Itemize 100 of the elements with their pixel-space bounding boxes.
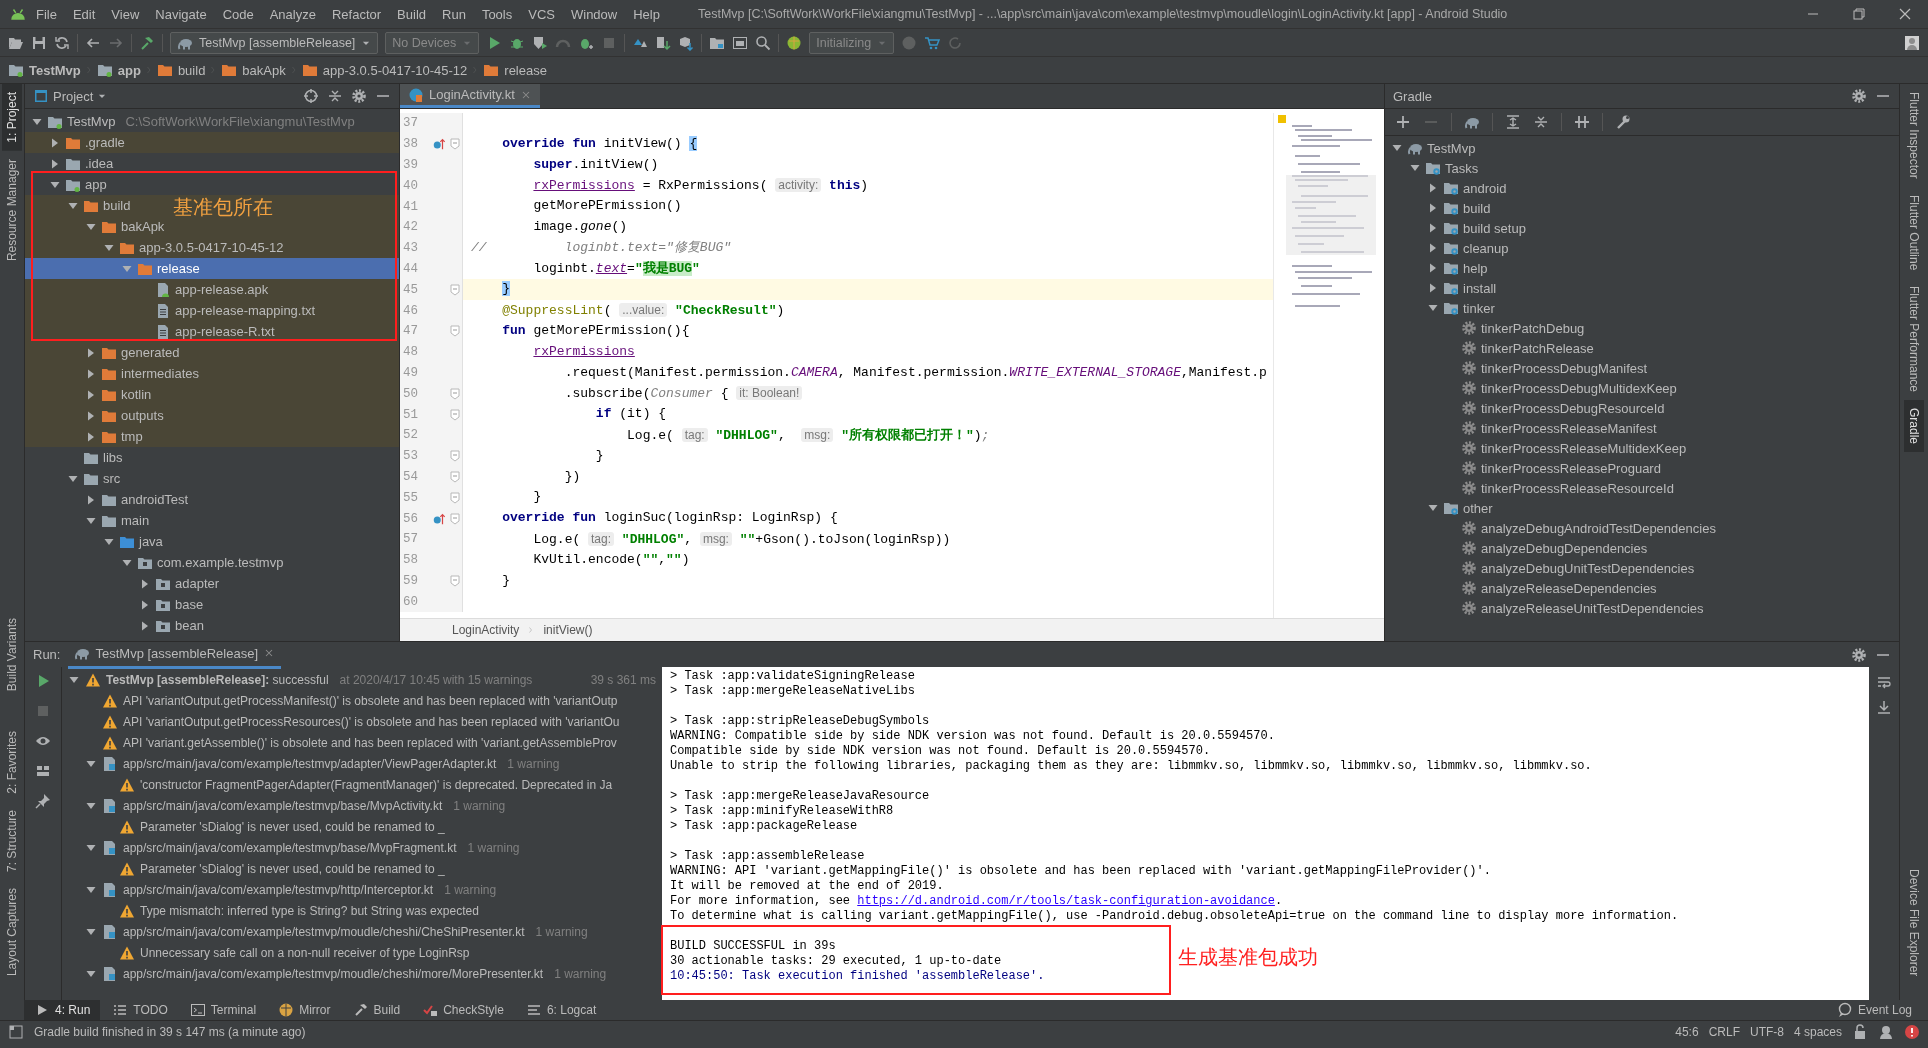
gear-icon[interactable] <box>1851 646 1867 663</box>
cube-download-icon[interactable] <box>678 34 695 51</box>
tree-item[interactable]: Tasks <box>1409 158 1479 178</box>
restore-icon[interactable] <box>1851 6 1867 22</box>
menu-item[interactable]: Tools <box>473 3 521 25</box>
tool-window-tab[interactable]: 7: Structure <box>2 801 22 880</box>
tool-window-tab[interactable]: 2: Favorites <box>2 723 22 802</box>
tool-window-tab[interactable]: TODO <box>102 1000 178 1020</box>
gear-icon[interactable] <box>1851 88 1867 104</box>
tree-item[interactable]: tmp <box>85 426 143 447</box>
fold-marker-icon[interactable] <box>450 138 461 151</box>
tree-item[interactable]: kotlin <box>85 384 152 405</box>
tool-window-tab[interactable]: 1: Project <box>2 84 22 151</box>
tool-window-tab[interactable]: Terminal <box>179 1000 267 1020</box>
caret-position[interactable]: 45:6 <box>1675 1025 1699 1039</box>
scroll-to-end-icon[interactable] <box>1876 699 1892 716</box>
search-icon[interactable] <box>755 34 772 51</box>
wrench-icon[interactable] <box>1615 114 1631 130</box>
menu-item[interactable]: Edit <box>64 3 104 25</box>
file-encoding[interactable]: UTF-8 <box>1749 1025 1784 1039</box>
tree-item[interactable]: tinkerPatchDebug <box>1445 318 1585 338</box>
tree-item[interactable]: android <box>1427 178 1507 198</box>
pin-icon[interactable] <box>35 793 51 810</box>
sync-icon[interactable] <box>54 34 70 51</box>
tree-item[interactable]: analyzeDebugDependencies <box>1445 538 1648 558</box>
tree-item[interactable]: build setup <box>1427 218 1526 238</box>
inspector-icon[interactable] <box>1878 1024 1894 1040</box>
breadcrumb-item[interactable]: app <box>96 62 141 78</box>
device-download-icon[interactable] <box>655 34 672 51</box>
menu-item[interactable]: VCS <box>520 3 563 25</box>
menu-item[interactable]: File <box>28 3 65 25</box>
menu-item[interactable]: Refactor <box>323 3 390 25</box>
tree-item[interactable]: adapter <box>139 573 220 594</box>
tree-item[interactable]: other <box>1427 498 1493 518</box>
tree-item[interactable]: release <box>121 258 200 279</box>
override-marker-icon[interactable] <box>432 511 447 526</box>
tool-window-tab[interactable]: Build <box>342 1000 411 1020</box>
tree-item[interactable]: outputs <box>85 405 164 426</box>
gear-icon[interactable] <box>351 88 367 104</box>
tree-item[interactable]: cleanup <box>1427 238 1509 258</box>
tree-item[interactable]: java <box>103 531 163 552</box>
menu-item[interactable]: Help <box>625 3 668 25</box>
fold-marker-icon[interactable] <box>450 470 461 483</box>
fold-marker-icon[interactable] <box>450 512 461 525</box>
tree-item[interactable]: .idea <box>49 153 114 174</box>
shield-play-icon[interactable] <box>532 34 549 51</box>
hammer-icon[interactable] <box>139 34 155 51</box>
avatar-icon[interactable] <box>1904 34 1920 51</box>
fold-marker-icon[interactable] <box>450 325 461 338</box>
tool-window-tab[interactable]: Mirror <box>268 1000 341 1020</box>
tree-item[interactable]: tinkerProcessReleaseMultidexKeep <box>1445 438 1687 458</box>
lock-icon[interactable] <box>1852 1024 1868 1040</box>
plus-icon[interactable] <box>1395 114 1411 130</box>
tree-item[interactable]: TestMvp C:\SoftWork\WorkFile\xiangmu\TestMvp <box>31 111 355 132</box>
fold-marker-icon[interactable] <box>450 491 461 504</box>
override-marker-icon[interactable] <box>432 137 447 152</box>
project-view-dropdown[interactable]: Project <box>33 88 108 104</box>
tool-window-tab[interactable]: Gradle <box>1904 400 1924 453</box>
expand-all-icon[interactable] <box>1505 114 1521 130</box>
tree-item[interactable]: app-release.apk <box>139 279 269 300</box>
tree-item[interactable]: install <box>1427 278 1497 298</box>
tree-item[interactable]: app <box>49 174 107 195</box>
collapse-all-icon[interactable] <box>1533 114 1549 130</box>
run-configuration-dropdown[interactable]: TestMvp [assembleRelease] <box>170 31 379 54</box>
menu-item[interactable]: View <box>103 3 148 25</box>
menu-item[interactable]: Code <box>214 3 262 25</box>
menu-item[interactable]: Window <box>562 3 626 25</box>
menu-item[interactable]: Run <box>434 3 474 25</box>
tool-window-tab[interactable]: Flutter Inspector <box>1904 84 1924 187</box>
tool-window-tab[interactable]: Layout Captures <box>2 879 22 984</box>
breadcrumb-item[interactable]: initView() <box>543 623 593 638</box>
tool-window-tab[interactable]: 6: Logcat <box>515 1000 607 1020</box>
run-tab[interactable]: TestMvp [assembleRelease] <box>68 640 282 669</box>
tree-item[interactable]: tinkerProcessDebugResourceId <box>1445 398 1665 418</box>
terminal-window-icon[interactable] <box>732 34 749 51</box>
error-icon[interactable] <box>1904 1024 1920 1040</box>
line-separator[interactable]: CRLF <box>1708 1025 1740 1039</box>
tree-item[interactable]: app-release-R.txt <box>139 321 275 342</box>
breadcrumb-item[interactable]: app-3.0.5-0417-10-45-12 <box>301 62 468 78</box>
tree-item[interactable]: build <box>1427 198 1491 218</box>
tree-item[interactable]: analyzeDebugAndroidTestDependencies <box>1445 518 1716 538</box>
tree-item[interactable]: tinkerProcessReleaseManifest <box>1445 418 1657 438</box>
fold-marker-icon[interactable] <box>450 283 461 296</box>
cart-icon[interactable] <box>924 34 941 51</box>
tree-item[interactable]: build <box>67 195 131 216</box>
tree-item[interactable]: tinkerProcessReleaseResourceId <box>1445 478 1674 498</box>
editor-tab[interactable]: LoginActivity.kt <box>400 84 540 108</box>
tool-window-tab[interactable]: CheckStyle <box>412 1000 514 1020</box>
tree-item[interactable]: app-release-mapping.txt <box>139 300 316 321</box>
tool-window-tab[interactable]: Flutter Performance <box>1904 278 1924 401</box>
tool-window-tab[interactable]: Build Variants <box>2 610 22 700</box>
tree-item[interactable]: TestMvp <box>1391 138 1476 158</box>
tree-item[interactable]: com.example.testmvp <box>121 552 284 573</box>
tree-item[interactable]: app-3.0.5-0417-10-45-12 <box>103 237 284 258</box>
tree-item[interactable]: analyzeDebugUnitTestDependencies <box>1445 558 1695 578</box>
fold-marker-icon[interactable] <box>450 574 461 587</box>
tree-item[interactable]: .gradle <box>49 132 125 153</box>
tool-window-tab[interactable]: Resource Manager <box>2 150 22 269</box>
indent-setting[interactable]: 4 spaces <box>1793 1025 1842 1039</box>
breadcrumb-item[interactable]: TestMvp <box>8 62 81 78</box>
